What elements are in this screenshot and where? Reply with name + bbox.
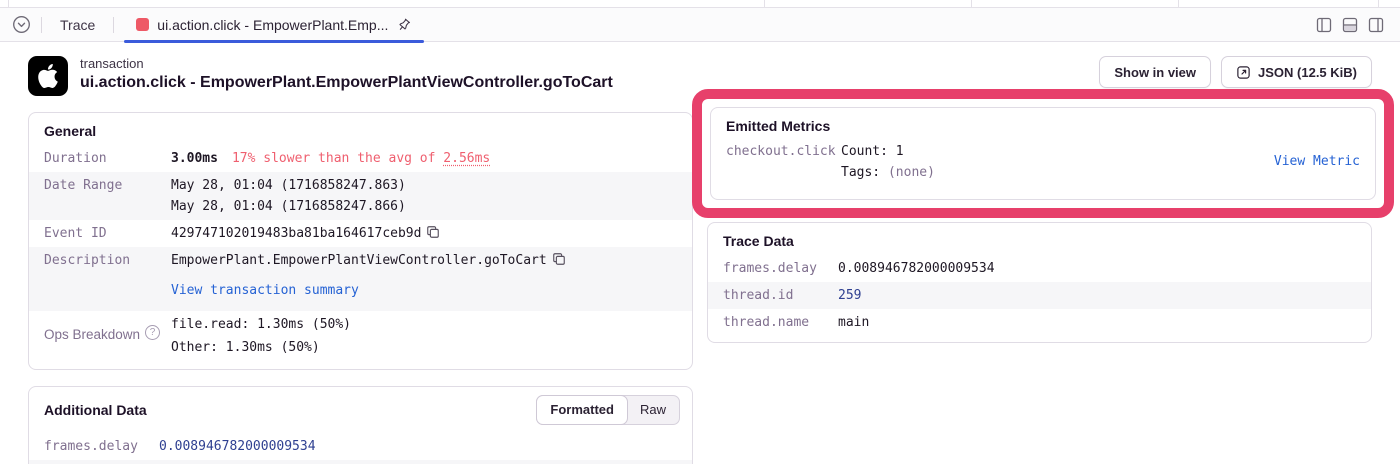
column-divider — [1178, 0, 1179, 7]
layout-left-icon — [1316, 17, 1332, 33]
show-in-view-button[interactable]: Show in view — [1099, 56, 1211, 88]
general-title: General — [29, 113, 692, 145]
emitted-metrics-card: Emitted Metrics checkout.click Count: 1 … — [710, 107, 1376, 200]
event-id-value: 429747102019483ba81ba164617ceb9d — [171, 226, 421, 241]
pin-tab-button[interactable] — [396, 17, 412, 33]
transaction-color-swatch — [136, 18, 149, 31]
formatted-toggle-option[interactable]: Formatted — [536, 395, 628, 425]
duration-value: 3.00ms — [171, 151, 218, 166]
event-id-key: Event ID — [44, 223, 171, 244]
emitted-metrics-title: Emitted Metrics — [711, 108, 1375, 140]
general-card: General Duration 3.00ms 17% slower than t… — [28, 112, 693, 370]
frames-delay-value: 0.008946782000009534 — [159, 436, 677, 457]
copy-description-button[interactable] — [552, 252, 566, 266]
date-range-key: Date Range — [44, 175, 171, 217]
json-download-button[interactable]: JSON (12.5 KiB) — [1221, 56, 1372, 88]
row-thread-name: thread.name main — [708, 309, 1371, 336]
json-button-label: JSON (12.5 KiB) — [1258, 65, 1357, 80]
row-frames-delay: frames.delay 0.008946782000009534 — [708, 255, 1371, 282]
row-frames-delay: frames.delay 0.008946782000009534 — [29, 433, 692, 460]
duration-key: Duration — [44, 148, 171, 169]
description-value: EmpowerPlant.EmpowerPlantViewController.… — [171, 253, 547, 268]
trace-data-card: Trace Data frames.delay 0.00894678200000… — [707, 222, 1372, 343]
row-checkout-click: checkout.click Count: 1 Tags: (none) Vie… — [711, 140, 1375, 193]
additional-data-card: Additional Data Formatted Raw frames.del… — [28, 386, 693, 464]
thread-id-value: 259 — [838, 285, 1356, 306]
ops-breakdown-key: Ops Breakdown — [44, 324, 140, 346]
drawer-tab-bar: Trace ui.action.click - EmpowerPlant.Emp… — [0, 8, 1400, 42]
copy-icon — [552, 252, 566, 266]
raw-toggle-option[interactable]: Raw — [627, 396, 679, 424]
tags-label: Tags: — [841, 165, 888, 180]
event-type-label: transaction — [80, 56, 613, 71]
tab-label: ui.action.click - EmpowerPlant.Emp... — [157, 17, 388, 33]
external-link-icon — [1236, 65, 1251, 80]
dock-bottom-button[interactable] — [1342, 17, 1358, 33]
view-transaction-summary-link[interactable]: View transaction summary — [171, 283, 359, 298]
tab-divider — [41, 17, 42, 33]
column-divider — [764, 0, 765, 7]
row-duration: Duration 3.00ms 17% slower than the avg o… — [29, 145, 692, 172]
pin-icon — [393, 13, 416, 36]
copy-icon — [426, 225, 440, 239]
layout-bottom-icon — [1342, 17, 1358, 33]
additional-data-title: Additional Data — [44, 402, 147, 418]
description-key: Description — [44, 250, 171, 301]
column-divider — [8, 0, 9, 7]
show-in-view-label: Show in view — [1114, 65, 1196, 80]
ops-breakdown-other: Other: 1.30ms (50%) — [171, 337, 677, 360]
apple-icon — [36, 64, 60, 88]
layout-right-icon — [1368, 17, 1384, 33]
row-thread-id: thread.id 259 — [708, 282, 1371, 309]
date-range-start: May 28, 01:04 (1716858247.863) — [171, 175, 677, 196]
left-column: General Duration 3.00ms 17% slower than t… — [28, 112, 693, 464]
tags-value: (none) — [888, 165, 935, 180]
frames-delay-key: frames.delay — [723, 258, 838, 279]
row-description: Description EmpowerPlant.EmpowerPlantVie… — [29, 247, 692, 311]
dock-right-button[interactable] — [1368, 17, 1384, 33]
thread-id-key: thread.id — [723, 285, 838, 306]
view-metric-link[interactable]: View Metric — [1274, 152, 1360, 173]
row-ops-breakdown: Ops Breakdown ? file.read: 1.30ms (50%) … — [29, 311, 692, 363]
thread-name-value: main — [838, 312, 1356, 333]
help-icon[interactable]: ? — [145, 325, 160, 340]
thread-name-key: thread.name — [723, 312, 838, 333]
tab-transaction-active[interactable]: ui.action.click - EmpowerPlant.Emp... — [124, 8, 424, 42]
frames-delay-key: frames.delay — [44, 436, 159, 457]
tab-divider — [113, 17, 114, 33]
tab-trace[interactable]: Trace — [52, 17, 103, 33]
date-range-end: May 28, 01:04 (1716858247.866) — [171, 196, 677, 217]
platform-badge — [28, 56, 68, 96]
count-value: 1 — [896, 144, 904, 159]
collapse-drawer-button[interactable] — [12, 15, 31, 34]
drawer-layout-controls — [1316, 17, 1384, 33]
count-label: Count: — [841, 144, 896, 159]
duration-comparison: 17% slower than the avg of — [232, 151, 443, 166]
row-event-id: Event ID 429747102019483ba81ba164617ceb9… — [29, 220, 692, 247]
copy-event-id-button[interactable] — [426, 225, 440, 239]
ops-breakdown-file-read: file.read: 1.30ms (50%) — [171, 314, 677, 337]
dock-left-button[interactable] — [1316, 17, 1332, 33]
annotation-highlight: Emitted Metrics checkout.click Count: 1 … — [692, 89, 1394, 218]
chevron-down-circle-icon — [12, 15, 31, 34]
row-date-range: Date Range May 28, 01:04 (1716858247.863… — [29, 172, 692, 220]
frames-delay-value: 0.008946782000009534 — [838, 258, 1356, 279]
format-toggle: Formatted Raw — [536, 395, 680, 425]
row-thread-id: thread.id 259 — [29, 460, 692, 464]
page-title: ui.action.click - EmpowerPlant.EmpowerPl… — [80, 74, 613, 92]
trace-data-title: Trace Data — [708, 223, 1371, 255]
right-column: Emitted Metrics checkout.click Count: 1 … — [707, 112, 1372, 343]
metric-name: checkout.click — [726, 142, 841, 163]
column-divider — [1378, 0, 1379, 7]
column-divider — [971, 0, 972, 7]
duration-avg-value[interactable]: 2.56ms — [443, 151, 490, 166]
